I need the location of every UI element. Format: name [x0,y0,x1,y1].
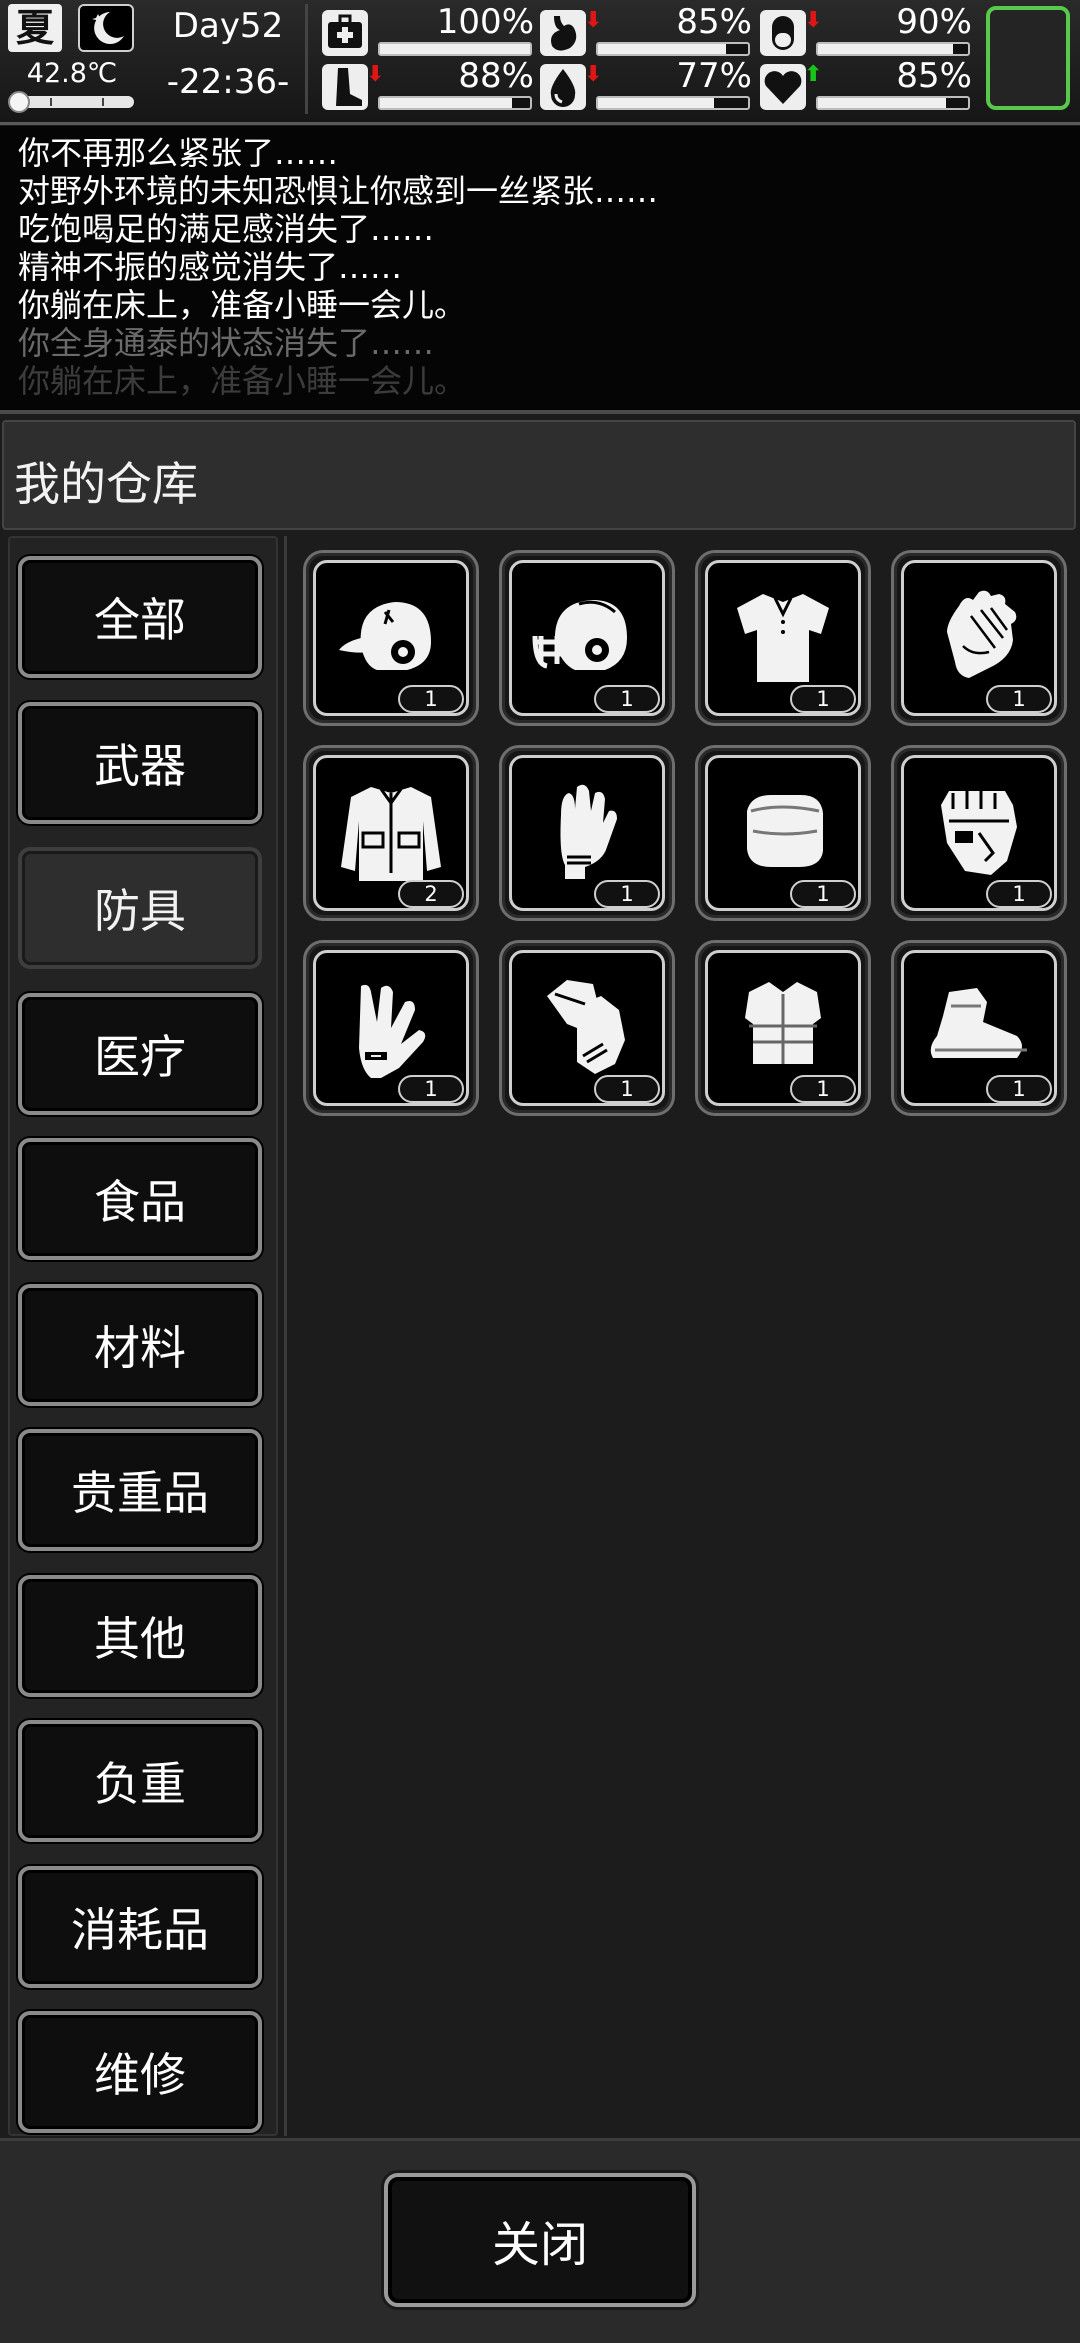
category-button[interactable]: 全部 [18,556,262,678]
inventory-slot[interactable]: 1 [499,940,675,1116]
log-line: 你不再那么紧张了…… [18,134,339,172]
character-portrait[interactable] [986,6,1070,110]
stat-value: 88% [458,56,534,96]
log-line: 精神不振的感觉消失了…… [18,248,403,286]
first-aid-icon [322,10,368,56]
inventory-slot[interactable]: 1 [891,940,1067,1116]
fur-boots-icon [919,966,1039,1090]
leg-icon [322,64,368,110]
thermometer-icon [8,91,134,113]
item-quantity: 2 [398,880,464,908]
pill-icon [760,10,806,56]
item-quantity: 1 [790,880,856,908]
baseball-helmet-icon [331,576,451,700]
inventory-slot[interactable]: 1 [695,745,871,921]
item-quantity: 1 [594,880,660,908]
glove-icon [919,576,1039,700]
heart-icon [760,64,806,110]
stat-bar [816,42,970,56]
fur-muff-icon [723,771,843,895]
status-hud: 夏 42.8℃ Day52 -22:36- 100% ⬇ 85% ⬇ 90% ⬇ 88% ⬇ 7… [0,0,1080,125]
footer-bar: 关闭 [0,2138,1080,2343]
category-button[interactable]: 维修 [18,2011,262,2133]
category-button[interactable]: 其他 [18,1574,262,1697]
category-button[interactable]: 食品 [18,1138,262,1260]
temperature-readout: 42.8℃ [26,58,118,89]
stat-value: 90% [896,2,972,42]
stat-value: 100% [436,2,534,42]
water-drop-icon [540,64,586,110]
inventory-slot[interactable]: 2 [303,745,479,921]
stomach-icon [540,10,586,56]
category-sidebar: 全部武器防具医疗食品材料贵重品其他负重消耗品维修 [8,536,278,2136]
log-line: 对野外环境的未知恐惧让你感到一丝紧张…… [18,172,659,210]
fingerless-glove-icon [919,771,1039,895]
category-button[interactable]: 武器 [18,701,262,824]
item-quantity: 1 [790,685,856,713]
stat-health: 100% [322,2,540,60]
mitten-pair-icon [527,966,647,1090]
inventory-slot[interactable]: 1 [891,745,1067,921]
stat-capsule: ⬇ 90% [760,2,978,60]
warehouse-header: 我的仓库 [2,420,1076,530]
stat-value: 85% [676,2,752,42]
close-button[interactable]: 关闭 [384,2173,696,2307]
log-line: 你全身通泰的状态消失了…… [18,324,435,362]
item-grid: 1 1 1 1 2 1 1 1 1 1 1 1 [284,536,1076,2136]
arrow-down-icon: ⬇ [584,62,603,87]
stat-bar [816,96,970,110]
fur-vest-icon [723,966,843,1090]
day-counter: Day52 [172,6,284,46]
stat-mood: ⬆ 85% [760,56,978,114]
arrow-down-icon: ⬇ [804,8,823,33]
jacket-icon [331,771,451,895]
log-line: 吃饱喝足的满足感消失了…… [18,210,435,248]
stat-stamina: ⬇ 88% [322,56,540,114]
football-helmet-icon [527,576,647,700]
stat-thirst: ⬇ 77% [540,56,758,114]
item-quantity: 1 [594,1075,660,1103]
message-log[interactable]: 你不再那么紧张了…… 对野外环境的未知恐惧让你感到一丝紧张…… 吃饱喝足的满足感消失… [0,126,1080,414]
arrow-up-icon: ⬆ [804,62,823,87]
log-line: 你躺在床上，准备小睡一会儿。 [18,362,467,400]
item-quantity: 1 [986,880,1052,908]
category-button[interactable]: 贵重品 [18,1429,262,1551]
item-quantity: 1 [594,685,660,713]
inventory-slot[interactable]: 1 [303,940,479,1116]
item-quantity: 1 [398,685,464,713]
item-quantity: 1 [986,685,1052,713]
moon-icon [78,4,134,52]
item-quantity: 1 [790,1075,856,1103]
page-title: 我的仓库 [14,457,198,511]
season-badge: 夏 [8,4,62,52]
inventory-slot[interactable]: 1 [303,550,479,726]
work-glove-icon [331,966,451,1090]
arrow-down-icon: ⬇ [584,8,603,33]
stat-bar [596,42,750,56]
inventory-slot[interactable]: 1 [695,940,871,1116]
category-button[interactable]: 医疗 [18,992,262,1115]
game-clock: -22:36- [166,62,290,102]
category-button[interactable]: 消耗品 [18,1865,262,1988]
padded-glove-icon [527,771,647,895]
stat-bar [596,96,750,110]
stat-bar [378,42,532,56]
stat-hunger: ⬇ 85% [540,2,758,60]
log-line: 你躺在床上，准备小睡一会儿。 [18,286,467,324]
item-quantity: 1 [398,1075,464,1103]
inventory-slot[interactable]: 1 [695,550,871,726]
hud-divider [305,4,308,114]
category-button[interactable]: 防具 [18,847,262,969]
stat-bar [378,96,532,110]
inventory-slot[interactable]: 1 [891,550,1067,726]
stat-value: 77% [676,56,752,96]
category-button[interactable]: 材料 [18,1283,262,1406]
arrow-down-icon: ⬇ [366,62,385,87]
stat-value: 85% [896,56,972,96]
inventory-slot[interactable]: 1 [499,745,675,921]
inventory-slot[interactable]: 1 [499,550,675,726]
category-button[interactable]: 负重 [18,1720,262,1842]
shirt-icon [723,576,843,700]
item-quantity: 1 [986,1075,1052,1103]
